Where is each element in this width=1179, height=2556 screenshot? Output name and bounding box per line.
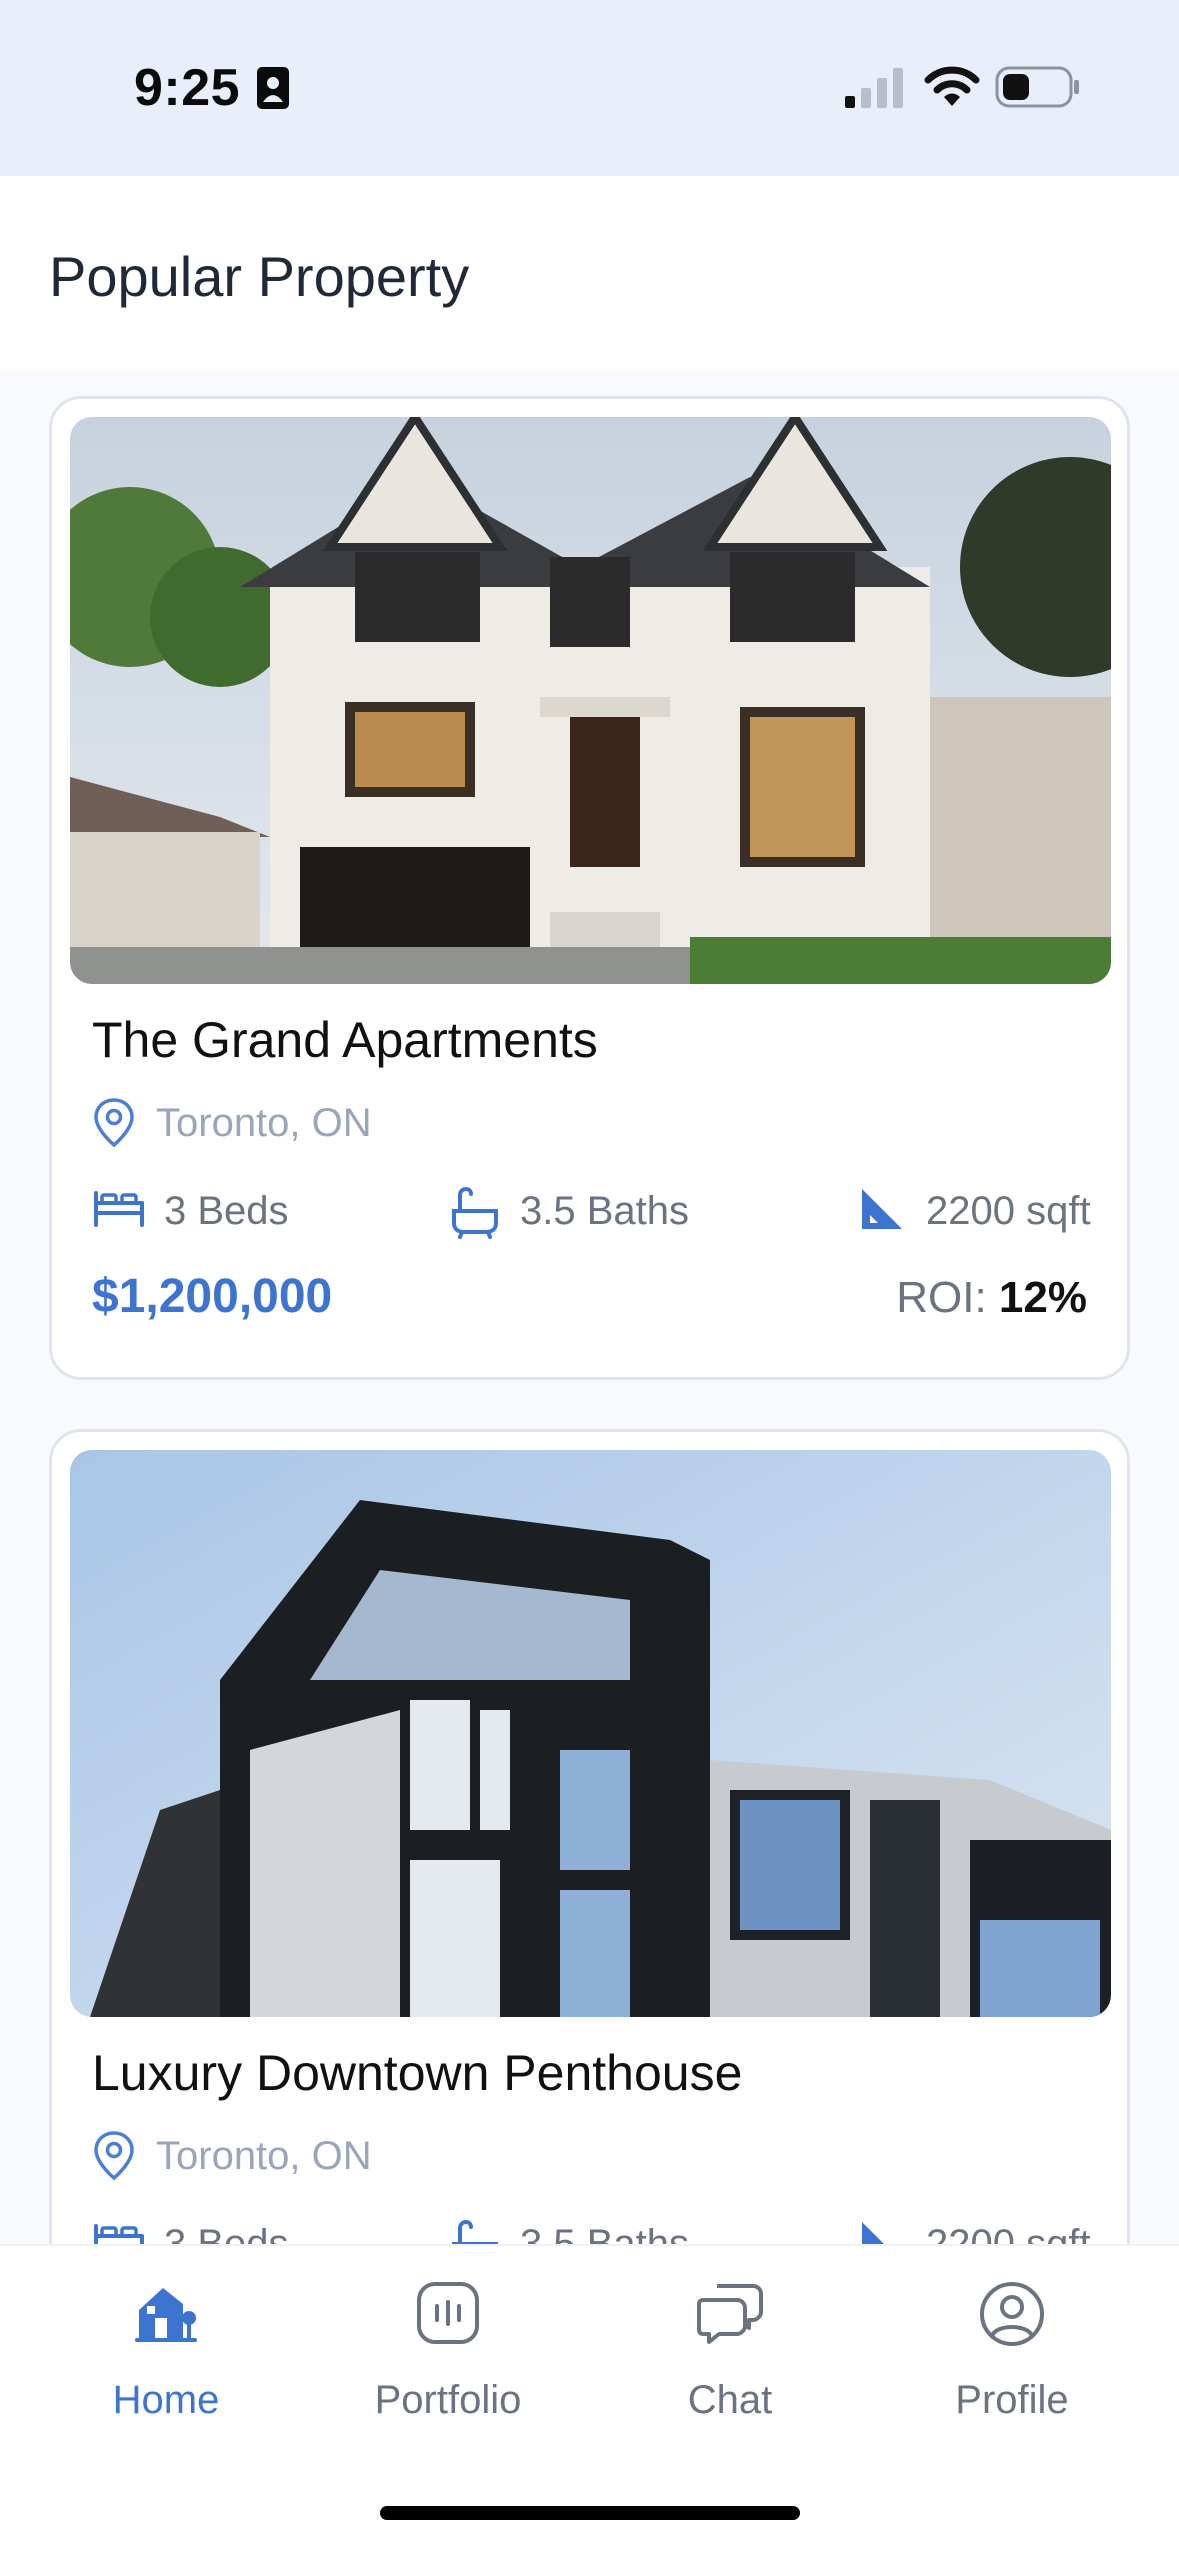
beds-text: 3 Beds [164, 1189, 289, 1233]
property-list[interactable]: The Grand Apartments Toronto, ON 3 Beds [0, 372, 1179, 2244]
property-title[interactable]: Luxury Downtown Penthouse [92, 2044, 742, 2102]
property-price: $1,200,000 [92, 1270, 333, 1323]
chat-icon [695, 2280, 765, 2351]
bed-icon [92, 1185, 146, 1238]
tab-portfolio[interactable]: Portfolio [308, 2246, 588, 2486]
ruler-triangle-icon [858, 2218, 906, 2244]
tab-home[interactable]: Home [26, 2246, 306, 2486]
status-time: 9:25 [134, 59, 241, 117]
status-bar: 9:25 [0, 0, 1179, 176]
bathtub-icon [448, 1185, 502, 1244]
battery-icon [995, 64, 1081, 115]
tab-chat[interactable]: Chat [590, 2246, 870, 2486]
baths-text: 3.5 Baths [520, 1189, 690, 1233]
bed-icon [92, 2218, 146, 2244]
beds-text: 3 Beds [164, 2222, 289, 2244]
tab-home-label: Home [112, 2378, 220, 2422]
property-card[interactable]: Luxury Downtown Penthouse Toronto, ON 3 … [49, 1429, 1130, 2244]
wifi-icon [924, 64, 980, 113]
location-text: Toronto, ON [156, 2134, 372, 2178]
property-title[interactable]: The Grand Apartments [92, 1011, 598, 1069]
tab-profile-label: Profile [955, 2378, 1069, 2422]
area-text: 2200 sqft [926, 2222, 1091, 2244]
tab-chat-label: Chat [687, 2378, 773, 2422]
portfolio-icon [415, 2280, 481, 2351]
profile-icon [978, 2280, 1046, 2353]
header: Popular Property [0, 176, 1179, 372]
home-indicator[interactable] [380, 2506, 800, 2520]
tab-portfolio-label: Portfolio [374, 2378, 522, 2422]
baths-text: 3.5 Baths [520, 2222, 690, 2244]
bathtub-icon [448, 2218, 502, 2244]
location-pin-icon [92, 1097, 136, 1154]
location-pin-icon [92, 2130, 136, 2187]
white-stone-house-photo [70, 417, 1111, 984]
roi-value: 12% [998, 1273, 1087, 1322]
area-text: 2200 sqft [926, 1189, 1091, 1233]
roi-label-text: ROI: [896, 1273, 987, 1322]
modern-dark-building-photo [70, 1450, 1111, 2017]
signal-icon [843, 66, 903, 115]
tab-profile[interactable]: Profile [872, 2246, 1152, 2486]
page-title: Popular Property [49, 245, 470, 308]
ruler-triangle-icon [858, 1185, 906, 1238]
property-card[interactable]: The Grand Apartments Toronto, ON 3 Beds [49, 396, 1130, 1380]
location-text: Toronto, ON [156, 1101, 372, 1145]
id-card-icon [256, 66, 290, 115]
roi-label: ROI: 12% [896, 1273, 1087, 1323]
home-icon [133, 2280, 199, 2351]
